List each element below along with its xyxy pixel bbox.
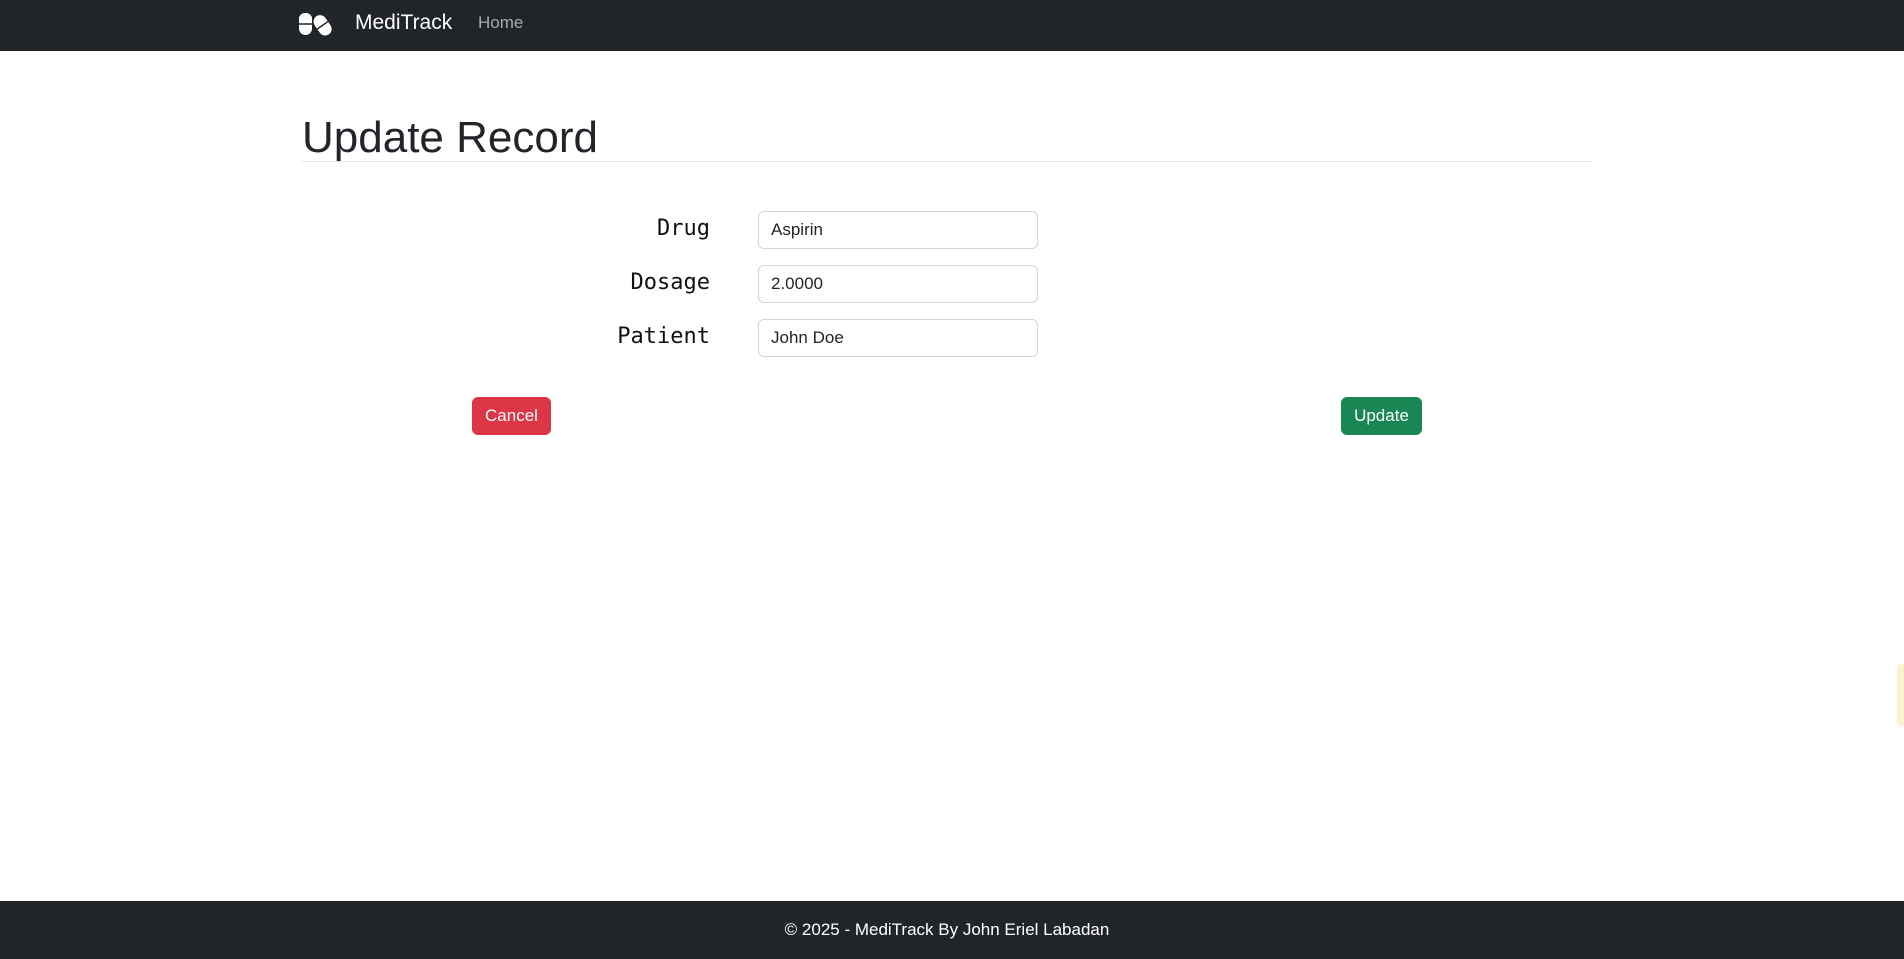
patient-input[interactable] (758, 319, 1038, 357)
dosage-input[interactable] (758, 265, 1038, 303)
title-divider (302, 161, 1592, 162)
dosage-label: Dosage (630, 270, 710, 295)
footer-text: © 2025 - MediTrack By John Eriel Labadan (784, 920, 1110, 939)
footer: © 2025 - MediTrack By John Eriel Labadan (0, 901, 1904, 959)
side-handle[interactable] (1897, 664, 1904, 726)
cancel-button[interactable]: Cancel (472, 397, 551, 435)
drug-label: Drug (657, 216, 710, 241)
pills-icon[interactable] (297, 10, 333, 38)
patient-label: Patient (617, 324, 710, 349)
top-navbar: MediTrack Home (0, 0, 1904, 51)
drug-input[interactable] (758, 211, 1038, 249)
nav-link-home[interactable]: Home (478, 13, 523, 33)
update-button[interactable]: Update (1341, 397, 1422, 435)
brand-name[interactable]: MediTrack (355, 11, 452, 35)
page-title: Update Record (302, 113, 598, 162)
